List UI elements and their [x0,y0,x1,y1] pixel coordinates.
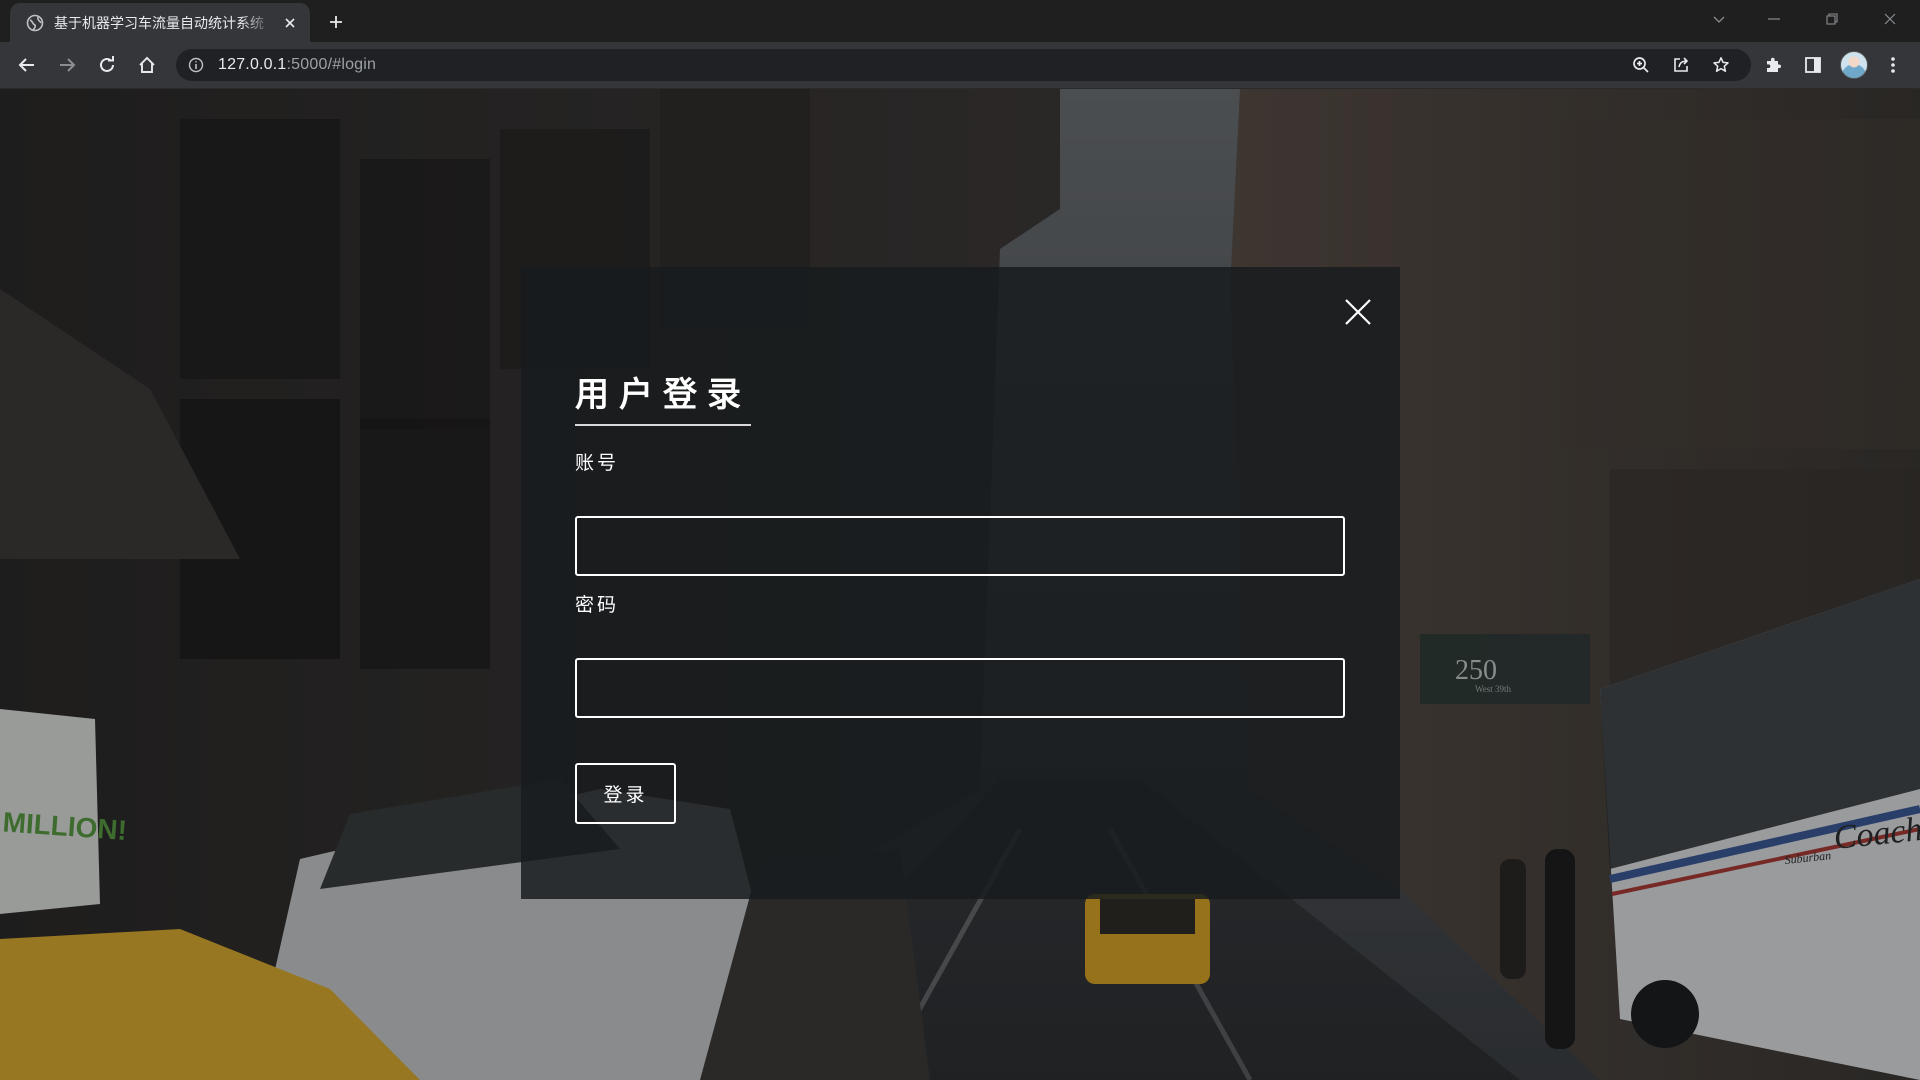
address-bar[interactable]: 127.0.0.1:5000/#login [176,49,1751,81]
minimize-icon[interactable] [1752,0,1796,38]
extensions-icon[interactable] [1757,49,1789,81]
info-icon[interactable] [188,57,204,73]
restore-icon[interactable] [1810,0,1854,38]
side-panel-icon[interactable] [1797,49,1829,81]
star-icon[interactable] [1709,53,1733,77]
home-icon[interactable] [131,49,163,81]
account-input[interactable] [575,516,1345,576]
page-content: 250 West 39th Coach US Suburban MILLION!… [0,89,1920,1080]
password-label: 密码 [575,594,620,616]
forward-icon[interactable] [51,49,83,81]
plus-icon[interactable] [322,8,350,36]
login-button[interactable]: 登录 [575,763,676,824]
back-icon[interactable] [11,49,43,81]
close-icon[interactable] [1343,297,1373,327]
browser-toolbar: 127.0.0.1:5000/#login [0,42,1920,89]
window-close-icon[interactable] [1868,0,1912,38]
avatar[interactable] [1840,51,1868,79]
share-icon[interactable] [1669,53,1693,77]
reload-icon[interactable] [91,49,123,81]
chevron-down-icon[interactable] [1697,0,1741,38]
title-underline [575,424,751,426]
login-modal: 用户登录 账号 密码 登录 [521,267,1400,899]
password-input[interactable] [575,658,1345,718]
tab-title: 基于机器学习车流量自动统计系统 [54,14,264,31]
account-label: 账号 [575,452,620,474]
close-icon[interactable] [280,13,300,33]
login-title: 用户登录 [575,375,751,415]
browser-tabbar: 基于机器学习车流量自动统计系统 [0,0,1920,42]
zoom-icon[interactable] [1629,53,1653,77]
browser-tab[interactable]: 基于机器学习车流量自动统计系统 [10,3,310,42]
url-text: 127.0.0.1:5000/#login [218,56,377,73]
more-icon[interactable] [1877,49,1909,81]
globe-icon [26,14,44,31]
